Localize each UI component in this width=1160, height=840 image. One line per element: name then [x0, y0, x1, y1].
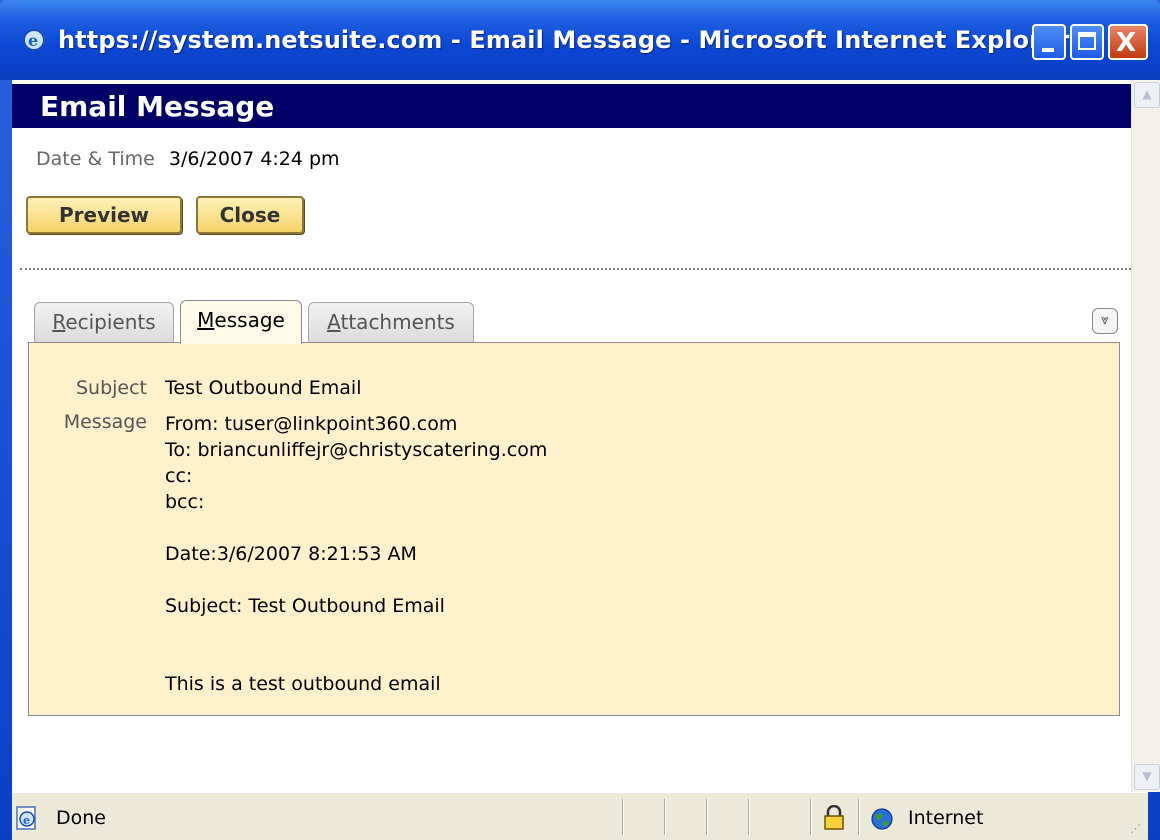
message-body: From: tuser@linkpoint360.com To: briancu… — [165, 411, 547, 697]
status-divider — [858, 799, 860, 835]
vertical-scrollbar[interactable]: ▲ ▼ — [1131, 80, 1160, 792]
message-panel: Subject Test Outbound Email Message From… — [28, 342, 1120, 716]
scroll-down-button[interactable]: ▼ — [1134, 764, 1160, 790]
status-divider — [706, 799, 708, 835]
tab-recipients[interactable]: Recipients — [34, 302, 174, 342]
ie-page-icon: e — [16, 806, 36, 830]
status-divider — [748, 799, 750, 835]
message-line: Date:3/6/2007 8:21:53 AM — [165, 543, 417, 565]
close-button[interactable]: Close — [196, 196, 304, 234]
lock-icon — [824, 805, 844, 830]
minimize-icon — [1042, 48, 1054, 52]
date-time-label: Date & Time — [36, 148, 155, 170]
preview-button[interactable]: Preview — [26, 196, 182, 234]
tab-recipients-label: ecipients — [65, 310, 156, 334]
scroll-up-button[interactable]: ▲ — [1134, 82, 1160, 108]
tab-attachments[interactable]: Attachments — [308, 302, 474, 342]
tab-message-accesskey: M — [197, 308, 215, 332]
page-title: Email Message — [40, 90, 275, 123]
message-line: Subject: Test Outbound Email — [165, 595, 445, 617]
message-line — [165, 567, 547, 593]
section-divider — [20, 268, 1131, 270]
message-line: From: tuser@linkpoint360.com — [165, 413, 458, 435]
subject-label: Subject — [75, 377, 147, 399]
tab-message[interactable]: Message — [180, 300, 302, 344]
message-line — [165, 645, 547, 671]
message-line: bcc: — [165, 491, 205, 513]
resize-grip[interactable]: ⋰ — [1130, 822, 1144, 836]
status-divider — [664, 799, 666, 835]
double-chevron-down-icon[interactable]: ⩔ — [1092, 308, 1118, 334]
title-bar[interactable]: e https://system.netsuite.com - Email Me… — [0, 0, 1160, 80]
tab-message-label: essage — [214, 308, 285, 332]
message-line: To: briancunliffejr@christyscatering.com — [165, 439, 548, 461]
message-line: This is a test outbound email — [165, 673, 441, 695]
subject-value: Test Outbound Email — [165, 377, 362, 399]
page-header: Email Message — [12, 84, 1131, 128]
status-divider — [622, 799, 624, 835]
globe-icon — [871, 808, 893, 830]
svg-text:e: e — [23, 814, 30, 827]
status-text: Done — [56, 807, 106, 829]
tab-attachments-label: ttachments — [340, 310, 455, 334]
tab-recipients-accesskey: R — [52, 310, 66, 334]
close-icon: X — [1116, 28, 1137, 58]
date-time-field: Date & Time 3/6/2007 4:24 pm — [36, 148, 340, 170]
date-time-value: 3/6/2007 4:24 pm — [168, 148, 340, 170]
window-title: https://system.netsuite.com - Email Mess… — [58, 26, 1070, 54]
tab-attachments-accesskey: A — [327, 310, 341, 334]
close-window-button[interactable]: X — [1108, 24, 1148, 60]
maximize-button[interactable] — [1070, 24, 1104, 60]
maximize-icon — [1078, 32, 1096, 50]
status-bar: e Done Internet ⋰ — [12, 792, 1148, 840]
status-divider — [810, 799, 812, 835]
message-label: Message — [63, 411, 147, 433]
minimize-button[interactable] — [1032, 24, 1066, 60]
ie-icon: e — [23, 29, 45, 51]
message-line — [165, 619, 547, 645]
security-zone: Internet — [908, 807, 984, 829]
browser-window: e https://system.netsuite.com - Email Me… — [0, 0, 1160, 840]
message-line — [165, 515, 547, 541]
svg-text:e: e — [28, 31, 38, 50]
message-line: cc: — [165, 465, 193, 487]
